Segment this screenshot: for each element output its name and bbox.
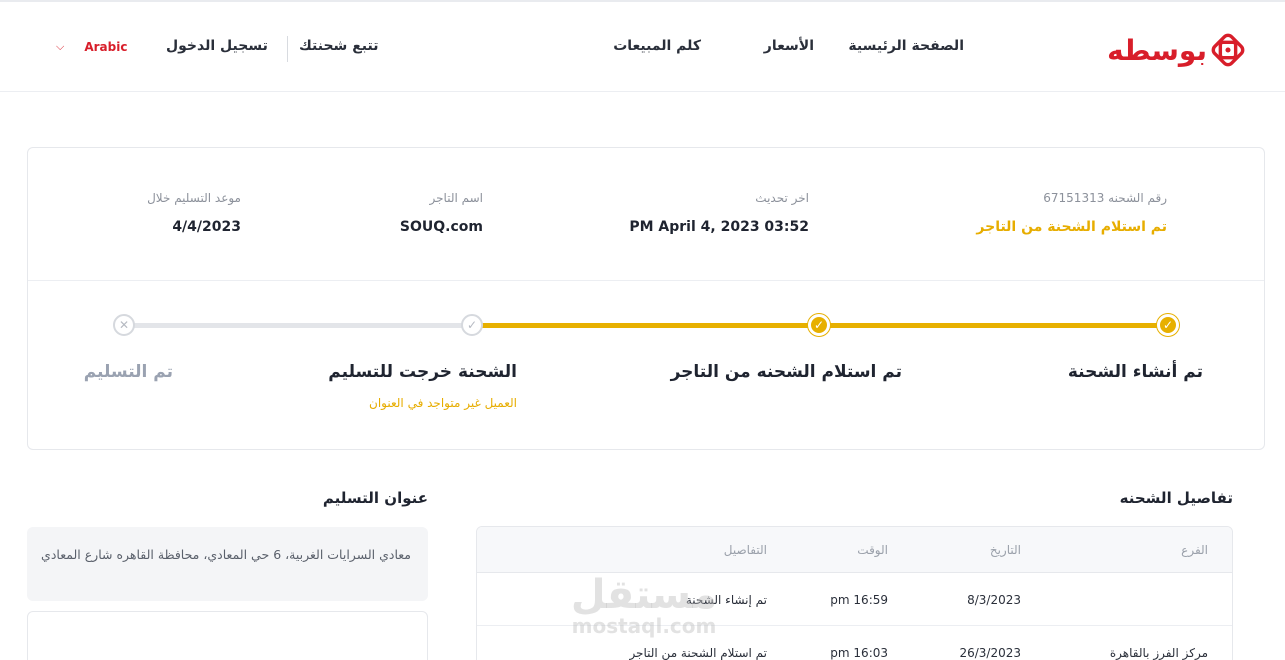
card-divider: [28, 280, 1264, 281]
nav-home-link[interactable]: الصفحة الرئيسية: [848, 38, 964, 54]
last-update-label: اخر تحديث: [755, 191, 809, 205]
table-row: 8/3/2023 pm 16:59 تم إنشاء الشحنة: [477, 573, 1232, 626]
language-selector[interactable]: ⌵ Arabic: [56, 40, 127, 54]
table-header: الفرع التاريخ الوقت التفاصيل: [477, 527, 1232, 573]
step-out-for-delivery-title: الشحنة خرجت للتسليم: [328, 362, 517, 382]
bosta-logo[interactable]: بوسطه: [1107, 30, 1245, 70]
shipment-number-label: رقم الشحنه 67151313: [1043, 191, 1167, 205]
shipment-tracking-card: رقم الشحنه 67151313 تم استلام الشحنة من …: [27, 147, 1265, 450]
shipment-details-title: تفاصيل الشحنه: [1119, 489, 1233, 507]
shipment-status: تم استلام الشحنة من التاجر: [976, 219, 1167, 235]
column-details: التفاصيل: [723, 543, 767, 557]
step-out-for-delivery-note: العميل غير متواجد في العنوان: [369, 396, 517, 410]
column-time: الوقت: [857, 543, 888, 557]
nav-prices-link[interactable]: الأسعار: [764, 38, 814, 54]
step-received-title: تم استلام الشحنه من التاجر: [670, 362, 902, 382]
logo-text: بوسطه: [1107, 33, 1208, 67]
cell-details: تم استلام الشحنة من التاجر: [629, 646, 767, 660]
top-navigation-bar: بوسطه الصفحة الرئيسية الأسعار كلم المبيع…: [0, 0, 1285, 92]
step-check-icon: ✓: [1157, 314, 1179, 336]
shipment-number-block: رقم الشحنه 67151313 تم استلام الشحنة من …: [976, 191, 1167, 235]
step-failed-icon: ✕: [113, 314, 135, 336]
cell-details: تم إنشاء الشحنة: [685, 593, 767, 607]
last-update-block: اخر تحديث PM April 4, 2023 03:52: [629, 191, 809, 235]
nav-track-shipment-link[interactable]: تتبع شحنتك: [299, 38, 378, 54]
delivery-address-text: معادي السرايات الغربية، 6 حي المعادي، مح…: [41, 547, 411, 562]
step-created-title: تم أنشاء الشحنة: [1067, 362, 1203, 382]
column-date: التاريخ: [989, 543, 1021, 557]
delivery-date-value: 4/4/2023: [172, 219, 241, 235]
delivery-date-label: موعد التسليم خلال: [147, 191, 241, 205]
cell-date: 8/3/2023: [967, 593, 1021, 607]
delivery-address-box: معادي السرايات الغربية، 6 حي المعادي، مح…: [27, 527, 428, 601]
chevron-down-icon: ⌵: [56, 40, 65, 53]
address-map-box: [27, 611, 428, 660]
nav-sales-link[interactable]: كلم المبيعات: [613, 38, 701, 54]
merchant-label: اسم التاجر: [429, 191, 484, 205]
merchant-block: اسم التاجر SOUQ.com: [400, 191, 483, 235]
table-row: مركز الفرز بالقاهرة 26/3/2023 pm 16:03 ت…: [477, 626, 1232, 660]
cell-date: 26/3/2023: [959, 646, 1021, 660]
cell-time: pm 16:03: [830, 646, 888, 660]
delivery-address-title: عنوان التسليم: [322, 489, 428, 507]
language-label: Arabic: [84, 40, 128, 54]
delivery-date-block: موعد التسليم خلال 4/4/2023: [147, 191, 241, 235]
column-branch: الفرع: [1181, 543, 1208, 557]
progress-track-pending: [134, 323, 472, 328]
cell-time: pm 16:59: [830, 593, 888, 607]
shipment-details-table: الفرع التاريخ الوقت التفاصيل 8/3/2023 pm…: [476, 526, 1233, 660]
step-check-icon: ✓: [808, 314, 830, 336]
step-delivered-title: تم التسليم: [83, 362, 173, 382]
nav-login-link[interactable]: تسجيل الدخول: [166, 38, 268, 54]
cell-branch: مركز الفرز بالقاهرة: [1109, 646, 1208, 660]
logo-flower-icon: [1211, 33, 1245, 67]
last-update-value: PM April 4, 2023 03:52: [629, 219, 809, 235]
nav-divider: [287, 36, 288, 62]
merchant-value: SOUQ.com: [399, 219, 483, 235]
step-check-icon: ✓: [461, 314, 483, 336]
